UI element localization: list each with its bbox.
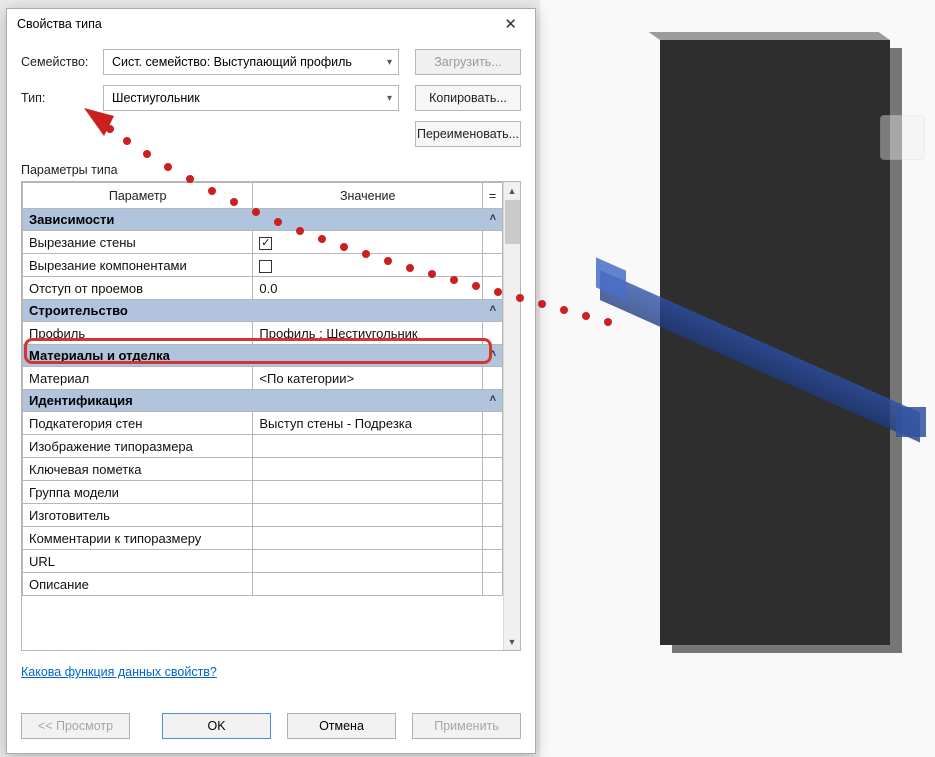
family-dropdown[interactable]: Сист. семейство: Выступающий профиль ▾ xyxy=(103,49,399,75)
scroll-up-icon[interactable]: ▲ xyxy=(504,182,520,199)
param-value[interactable]: ✓ xyxy=(253,231,483,254)
param-name[interactable]: Подкатегория стен xyxy=(23,412,253,435)
type-value: Шестиугольник xyxy=(112,91,200,105)
ok-button[interactable]: OK xyxy=(162,713,271,739)
checkbox-unchecked-icon xyxy=(259,260,272,273)
type-label: Тип: xyxy=(21,91,103,105)
param-value[interactable]: 0.0 xyxy=(253,277,483,300)
family-label: Семейство: xyxy=(21,55,103,69)
viewport-3d[interactable] xyxy=(540,0,935,757)
scroll-thumb[interactable] xyxy=(505,200,520,244)
param-name[interactable]: Комментарии к типоразмеру xyxy=(23,527,253,550)
param-name[interactable]: Отступ от проемов xyxy=(23,277,253,300)
col-parameter[interactable]: Параметр xyxy=(23,183,253,209)
collapse-icon[interactable]: ˄ xyxy=(490,303,496,315)
param-name[interactable]: Материал xyxy=(23,367,253,390)
load-button: Загрузить... xyxy=(415,49,521,75)
collapse-icon[interactable]: ˄ xyxy=(490,393,496,405)
close-icon[interactable]: ✕ xyxy=(496,11,525,37)
col-eq[interactable]: = xyxy=(483,183,503,209)
param-value[interactable]: Выступ стены - Подрезка xyxy=(253,412,483,435)
param-value[interactable] xyxy=(253,435,483,458)
param-value[interactable] xyxy=(253,458,483,481)
param-value[interactable] xyxy=(253,527,483,550)
param-name[interactable]: Изображение типоразмера xyxy=(23,435,253,458)
wall-top-face xyxy=(649,32,890,40)
group-materials[interactable]: Материалы и отделка˄ xyxy=(23,345,503,367)
param-name[interactable]: Вырезание стены xyxy=(23,231,253,254)
chevron-down-icon: ▾ xyxy=(387,93,392,104)
param-value[interactable]: <По категории> xyxy=(253,367,483,390)
dialog-titlebar: Свойства типа ✕ xyxy=(7,9,535,39)
group-identity[interactable]: Идентификация˄ xyxy=(23,390,503,412)
param-value[interactable] xyxy=(253,573,483,596)
duplicate-button[interactable]: Копировать... xyxy=(415,85,521,111)
param-value[interactable] xyxy=(253,504,483,527)
family-value: Сист. семейство: Выступающий профиль xyxy=(112,55,352,69)
collapse-icon[interactable]: ˄ xyxy=(490,212,496,224)
table-scrollbar[interactable]: ▲ ▼ xyxy=(503,182,520,650)
param-name[interactable]: Группа модели xyxy=(23,481,253,504)
param-value[interactable] xyxy=(253,481,483,504)
help-link[interactable]: Какова функция данных свойств? xyxy=(21,665,521,679)
rename-button[interactable]: Переименовать... xyxy=(415,121,521,147)
chevron-down-icon: ▾ xyxy=(387,57,392,68)
group-construction[interactable]: Строительство˄ xyxy=(23,300,503,322)
wall-sweep-end-right xyxy=(896,407,926,437)
param-value[interactable] xyxy=(253,550,483,573)
col-value[interactable]: Значение xyxy=(253,183,483,209)
param-name[interactable]: Ключевая пометка xyxy=(23,458,253,481)
type-params-label: Параметры типа xyxy=(21,163,521,177)
param-name[interactable]: Изготовитель xyxy=(23,504,253,527)
cancel-button[interactable]: Отмена xyxy=(287,713,396,739)
scroll-down-icon[interactable]: ▼ xyxy=(504,633,520,650)
type-properties-dialog: Свойства типа ✕ Семейство: Сист. семейст… xyxy=(6,8,536,754)
parameters-table-area: Параметр Значение = Зависимости˄ Вырезан… xyxy=(21,181,521,651)
param-value[interactable] xyxy=(253,254,483,277)
param-name[interactable]: Описание xyxy=(23,573,253,596)
type-dropdown[interactable]: Шестиугольник ▾ xyxy=(103,85,399,111)
checkbox-checked-icon: ✓ xyxy=(259,237,272,250)
param-name-profile[interactable]: Профиль xyxy=(23,322,253,345)
view-cube[interactable] xyxy=(880,115,925,160)
preview-button: << Просмотр xyxy=(21,713,130,739)
dialog-title: Свойства типа xyxy=(17,17,496,31)
collapse-icon[interactable]: ˄ xyxy=(490,348,496,360)
parameters-table[interactable]: Параметр Значение = Зависимости˄ Вырезан… xyxy=(22,182,503,650)
group-constraints[interactable]: Зависимости˄ xyxy=(23,209,503,231)
param-value-profile[interactable]: Профиль : Шестиугольник xyxy=(253,322,483,345)
param-name[interactable]: Вырезание компонентами xyxy=(23,254,253,277)
apply-button: Применить xyxy=(412,713,521,739)
param-name[interactable]: URL xyxy=(23,550,253,573)
